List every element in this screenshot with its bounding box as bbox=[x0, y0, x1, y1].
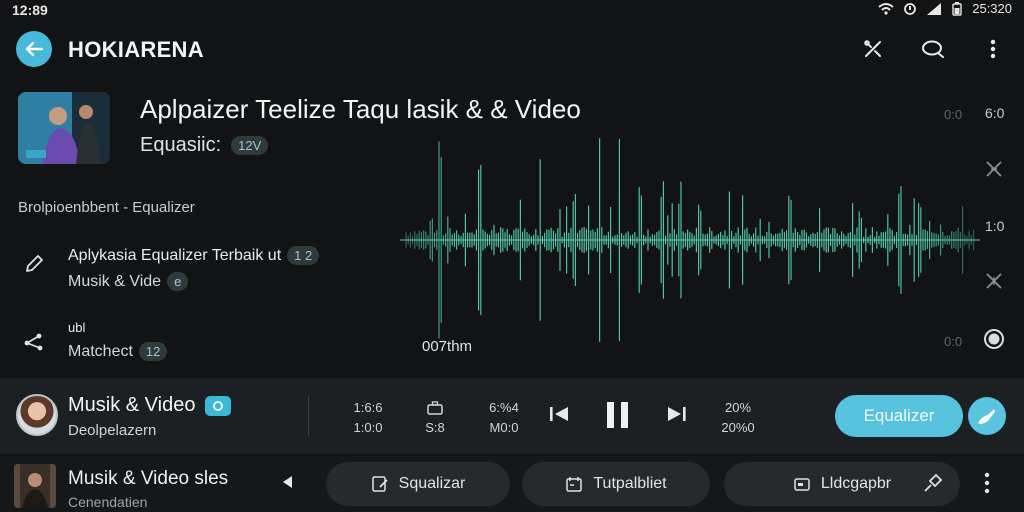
player-title-text: Musik & Video bbox=[68, 394, 196, 416]
chip-publish[interactable]: Tutpalbliet bbox=[522, 462, 710, 506]
pin-button[interactable] bbox=[922, 472, 944, 499]
wifi-icon bbox=[878, 2, 894, 15]
tag-icon bbox=[794, 478, 810, 491]
more-vertical-icon bbox=[984, 472, 990, 494]
chip-equalizer[interactable]: Squalizar bbox=[326, 462, 510, 506]
pause-button[interactable] bbox=[604, 400, 632, 435]
collapse-icon[interactable] bbox=[985, 160, 1003, 183]
status-icons: 25:320 bbox=[878, 1, 1012, 16]
stat-1: 1:6:6 1:0:0 bbox=[350, 398, 386, 438]
more-menu-button[interactable] bbox=[978, 34, 1008, 64]
signal-icon bbox=[927, 2, 942, 15]
list-item-subtitle-badge: e bbox=[167, 272, 189, 291]
stat-3: 6:%4 M0:0 bbox=[486, 398, 522, 438]
verified-badge-icon bbox=[205, 395, 232, 416]
list-item-subtitle: Musik & Vide e bbox=[68, 272, 189, 291]
status-time: 12:89 bbox=[12, 2, 48, 18]
avatar[interactable] bbox=[16, 394, 58, 436]
back-button[interactable] bbox=[16, 31, 52, 67]
stat-4-bottom: 20%0 bbox=[721, 420, 755, 435]
pin-icon bbox=[924, 473, 943, 492]
scale-dim-label: 0:0 bbox=[944, 107, 963, 122]
previous-button[interactable] bbox=[280, 474, 294, 495]
more-vertical-icon bbox=[990, 39, 996, 59]
stat-2: S:8 bbox=[420, 398, 450, 438]
list-item-badge: 1 2 bbox=[287, 246, 320, 265]
stat-4: 20% 20%0 bbox=[716, 398, 760, 438]
arrow-left-icon bbox=[25, 41, 44, 57]
list-item-title: ubl bbox=[68, 320, 85, 335]
list-item-subtitle: Matchect 12 bbox=[68, 342, 168, 361]
player-title: Musik & Video bbox=[68, 394, 232, 417]
tools-button[interactable] bbox=[858, 34, 888, 64]
list-item-title-text: ubl bbox=[68, 320, 86, 335]
stat-1-bottom: 1:0:0 bbox=[353, 420, 383, 435]
player-subtitle: Deolpelazern bbox=[68, 422, 157, 439]
waveform-time: 007thm bbox=[422, 338, 473, 355]
briefcase-icon bbox=[420, 398, 450, 418]
track-subtitle-text: Equasiic: bbox=[140, 134, 222, 156]
list-item-subtitle-badge: 12 bbox=[138, 342, 168, 361]
bottom-more-button[interactable] bbox=[984, 472, 990, 499]
share-nodes-icon bbox=[20, 328, 48, 356]
stat-1-top: 1:6:6 bbox=[353, 400, 383, 415]
stat-3-top: 6:%4 bbox=[489, 400, 519, 415]
edit-note-icon bbox=[371, 476, 388, 492]
skip-next-button[interactable] bbox=[666, 404, 688, 429]
stat-4-top: 20% bbox=[724, 400, 752, 415]
list-item-equalizer[interactable]: Aplykasia Equalizer Terbaik ut 1 2 Musik… bbox=[0, 240, 380, 300]
list-item-title: Aplykasia Equalizer Terbaik ut 1 2 bbox=[68, 246, 320, 265]
bottom-title: Musik & Video sles bbox=[68, 468, 229, 489]
stat-3-bottom: M0:0 bbox=[489, 420, 519, 435]
track-subtitle: Equasiic: 12V bbox=[140, 134, 269, 157]
alarm-icon bbox=[904, 2, 917, 15]
brush-icon bbox=[978, 409, 995, 424]
chip-publish-label: Tutpalbliet bbox=[593, 475, 667, 492]
scale-label-top: 6:0 bbox=[985, 105, 1005, 121]
rewind-button[interactable] bbox=[548, 404, 570, 429]
list-item-match[interactable]: ubl Matchect 12 bbox=[0, 318, 380, 368]
album-art-image bbox=[18, 92, 110, 164]
equalizer-button[interactable]: Equalizer bbox=[835, 395, 963, 437]
thumbnail[interactable] bbox=[14, 464, 56, 508]
scale-dim-label: 0:0 bbox=[944, 334, 963, 349]
audio-waveform[interactable] bbox=[400, 100, 980, 360]
list-item-subtitle-text: Musik & Vide bbox=[68, 272, 162, 290]
divider bbox=[308, 396, 309, 436]
section-label: Brolpioenbbent - Equalizer bbox=[18, 199, 195, 216]
pause-icon bbox=[607, 402, 628, 428]
bottom-bar: Musik & Video sles Cenendatien Squalizar… bbox=[0, 456, 1024, 512]
rewind-icon bbox=[550, 407, 568, 421]
status-right-time: 25:320 bbox=[972, 1, 1012, 16]
stat-2-bottom: S:8 bbox=[425, 420, 445, 435]
chip-equalizer-label: Squalizar bbox=[398, 475, 466, 492]
expand-icon[interactable] bbox=[985, 272, 1003, 295]
player-bar: Musik & Video Deolpelazern 1:6:6 1:0:0 S… bbox=[0, 378, 1024, 454]
bottom-subtitle: Cenendatien bbox=[68, 494, 148, 510]
fab-button[interactable] bbox=[968, 397, 1006, 435]
tools-icon bbox=[864, 40, 881, 57]
record-icon[interactable] bbox=[983, 328, 1005, 355]
battery-icon bbox=[952, 1, 962, 16]
skip-next-icon bbox=[668, 407, 686, 421]
scale-label-mid: 1:0 bbox=[985, 218, 1005, 234]
track-badge: 12V bbox=[231, 136, 269, 155]
app-bar: HOKIARENA bbox=[0, 26, 1024, 72]
album-art[interactable] bbox=[18, 92, 110, 164]
search-icon bbox=[922, 40, 944, 58]
list-item-subtitle-text: Matchect bbox=[68, 342, 133, 360]
caret-left-icon bbox=[283, 476, 292, 488]
app-title: HOKIARENA bbox=[68, 37, 204, 62]
list-item-title-text: Aplykasia Equalizer Terbaik ut bbox=[68, 246, 282, 264]
search-button[interactable] bbox=[918, 34, 948, 64]
status-bar: 12:89 25:320 bbox=[0, 0, 1024, 22]
pencil-icon bbox=[20, 250, 48, 278]
calendar-icon bbox=[566, 477, 583, 492]
chip-tag-label: Lldcgapbr bbox=[820, 475, 892, 492]
app-actions bbox=[858, 34, 1008, 64]
